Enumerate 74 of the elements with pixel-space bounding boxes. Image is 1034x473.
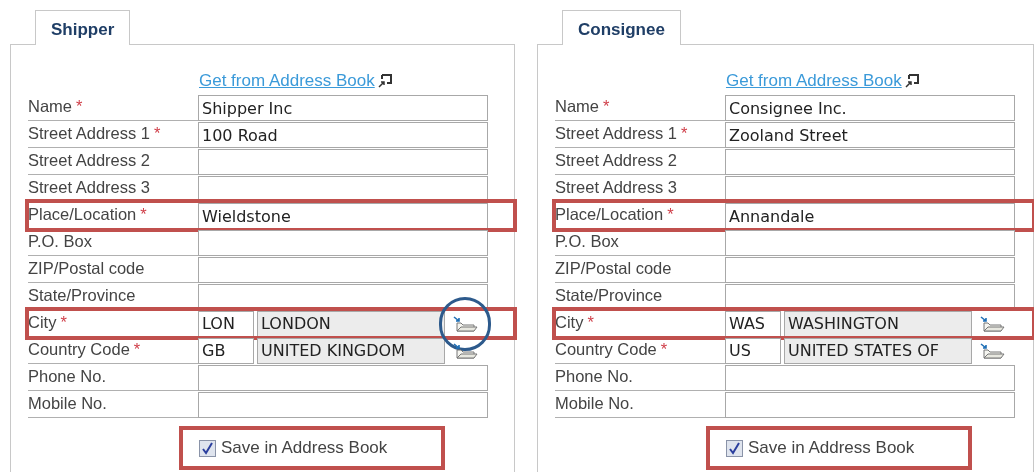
required-mark: * bbox=[587, 312, 594, 334]
folder-arrow-icon[interactable] bbox=[978, 314, 1005, 333]
field-label: Street Address 3 bbox=[554, 177, 677, 199]
code-field[interactable]: GB bbox=[198, 337, 254, 364]
checkbox-label: Save in Address Book bbox=[221, 437, 388, 460]
field-label: Name bbox=[554, 96, 599, 118]
code-field[interactable]: US bbox=[724, 337, 781, 364]
required-mark: * bbox=[603, 96, 610, 118]
folder-arrow-icon[interactable] bbox=[978, 341, 1005, 360]
tab[interactable]: Consignee bbox=[561, 10, 681, 45]
field-label: Country Code bbox=[554, 339, 657, 361]
text-field[interactable] bbox=[724, 392, 1015, 418]
field-label: Place/Location bbox=[28, 204, 137, 226]
name-field[interactable]: UNITED KINGDOM bbox=[257, 337, 445, 364]
field-label: Phone No. bbox=[554, 366, 633, 388]
field-label: State/Province bbox=[28, 285, 136, 307]
checkbox[interactable] bbox=[199, 439, 216, 457]
required-mark: * bbox=[76, 96, 83, 118]
name-field[interactable]: UNITED STATES OF bbox=[783, 337, 972, 364]
field-label: City bbox=[28, 312, 57, 334]
text-field[interactable] bbox=[198, 149, 488, 175]
required-mark: * bbox=[154, 123, 161, 145]
text-field[interactable] bbox=[198, 176, 488, 202]
popup-icon bbox=[904, 73, 919, 88]
code-field[interactable]: WAS bbox=[724, 310, 781, 337]
field-label: Name bbox=[28, 96, 72, 118]
required-mark: * bbox=[133, 339, 141, 361]
field-label: P.O. Box bbox=[28, 231, 92, 253]
text-field[interactable] bbox=[198, 365, 488, 391]
name-field[interactable]: LONDON bbox=[257, 310, 445, 337]
text-field[interactable]: Zooland Street bbox=[724, 122, 1015, 148]
field-label: State/Province bbox=[554, 285, 663, 307]
field-label: Street Address 1 bbox=[28, 123, 150, 145]
required-mark: * bbox=[60, 312, 67, 334]
field-label: Place/Location bbox=[554, 204, 664, 226]
required-mark: * bbox=[667, 204, 674, 226]
folder-arrow-icon[interactable] bbox=[452, 314, 478, 333]
text-field[interactable] bbox=[198, 257, 488, 283]
field-label: ZIP/Postal code bbox=[28, 258, 145, 280]
name-field[interactable]: WASHINGTON bbox=[783, 310, 972, 337]
text-field[interactable] bbox=[198, 392, 488, 418]
field-label: Country Code bbox=[28, 339, 130, 361]
code-field[interactable]: LON bbox=[198, 310, 254, 337]
required-mark: * bbox=[140, 204, 147, 226]
text-field[interactable]: Shipper Inc bbox=[198, 95, 488, 121]
field-label: Street Address 2 bbox=[28, 150, 150, 172]
field-label: ZIP/Postal code bbox=[554, 258, 672, 280]
checkbox-label: Save in Address Book bbox=[747, 437, 915, 460]
text-field[interactable] bbox=[724, 176, 1015, 202]
field-label: Street Address 3 bbox=[28, 177, 150, 199]
required-mark: * bbox=[660, 339, 668, 361]
popup-icon bbox=[377, 73, 392, 88]
text-field[interactable] bbox=[198, 230, 488, 256]
field-label: Street Address 1 bbox=[554, 123, 677, 145]
text-field[interactable] bbox=[724, 149, 1015, 175]
text-field[interactable] bbox=[724, 257, 1015, 283]
text-field[interactable] bbox=[724, 365, 1015, 391]
text-field[interactable] bbox=[724, 230, 1015, 256]
text-field[interactable] bbox=[724, 284, 1015, 310]
field-label: City bbox=[554, 312, 584, 334]
required-mark: * bbox=[680, 123, 688, 145]
text-field[interactable]: Consignee Inc. bbox=[724, 95, 1015, 121]
field-label: Phone No. bbox=[28, 366, 106, 388]
text-field[interactable] bbox=[198, 284, 488, 310]
folder-arrow-icon[interactable] bbox=[452, 341, 478, 360]
text-field[interactable]: Wieldstone bbox=[198, 203, 488, 229]
field-label: Street Address 2 bbox=[554, 150, 677, 172]
tab[interactable]: Shipper bbox=[35, 10, 131, 45]
checkbox[interactable] bbox=[725, 439, 743, 457]
text-field[interactable]: Annandale bbox=[724, 203, 1015, 229]
text-field[interactable]: 100 Road bbox=[198, 122, 488, 148]
field-label: P.O. Box bbox=[554, 231, 619, 253]
field-label: Mobile No. bbox=[554, 393, 634, 415]
field-label: Mobile No. bbox=[28, 393, 107, 415]
